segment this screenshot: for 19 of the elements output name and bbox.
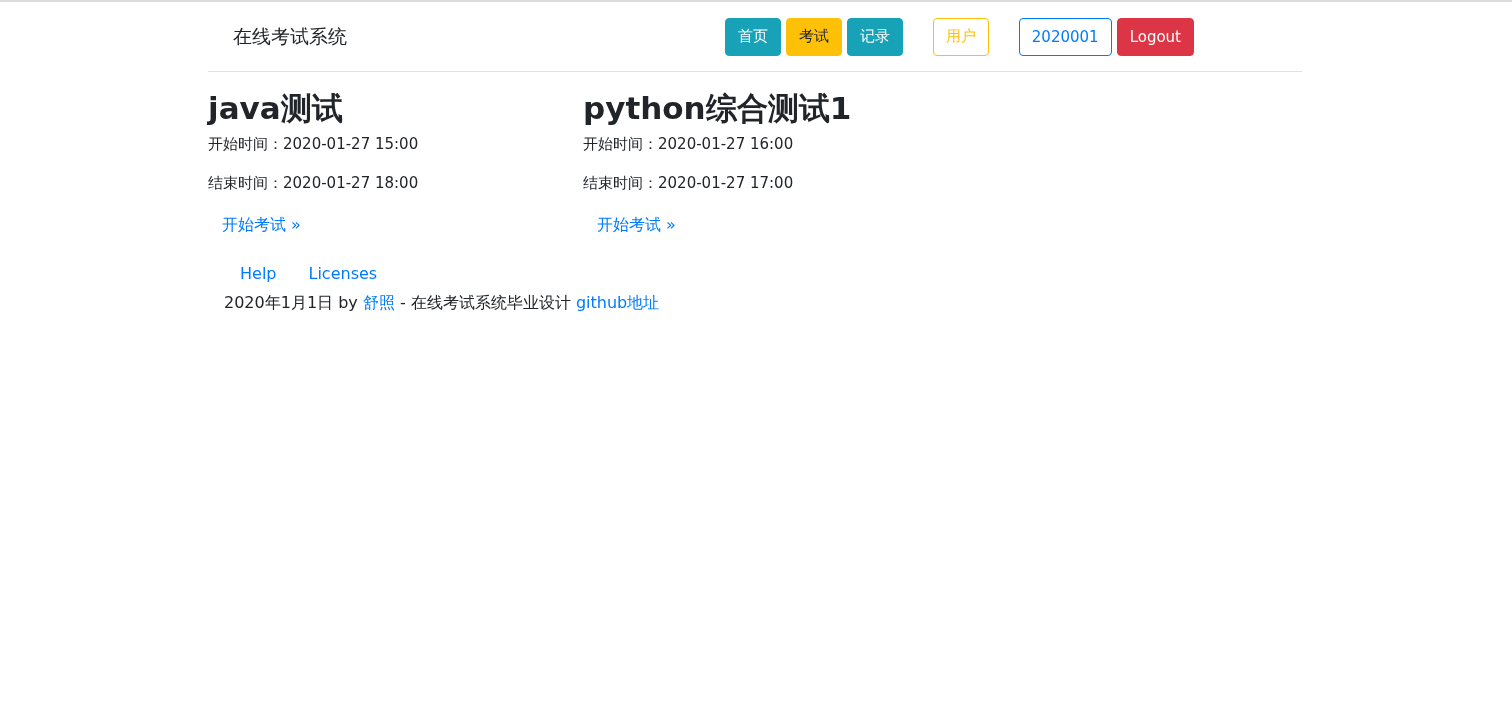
start-time: 开始时间：2020-01-27 16:00 [583,135,795,154]
exam-title: java测试 [208,90,344,128]
footer-link[interactable]: Help [224,260,293,288]
end-time: 结束时间：2020-01-27 17:00 [583,174,795,193]
start-exam-link[interactable]: 开始考试 » [583,209,690,243]
credit-link[interactable]: github地址 [575,293,660,313]
credit-link[interactable]: 舒照 [362,293,395,313]
start-time: 开始时间：2020-01-27 15:00 [208,135,420,154]
nav-button[interactable]: Logout [1116,17,1194,56]
exam-title: python综合测试1 [583,90,853,128]
start-exam-link[interactable]: 开始考试 » [208,209,315,243]
nav-button[interactable]: 2020001 [1018,17,1112,56]
site-title: 在线考试系统 [233,23,347,49]
nav-button[interactable]: 考试 [785,17,842,56]
nav-button[interactable]: 记录 [846,17,903,56]
nav-button[interactable]: 首页 [724,17,781,56]
footer-credit: 2020年1月1日 by 舒照 - 在线考试系统毕业设计 github地址 [224,293,661,315]
footer-link[interactable]: Licenses [292,260,394,288]
end-time: 结束时间：2020-01-27 18:00 [208,174,420,193]
